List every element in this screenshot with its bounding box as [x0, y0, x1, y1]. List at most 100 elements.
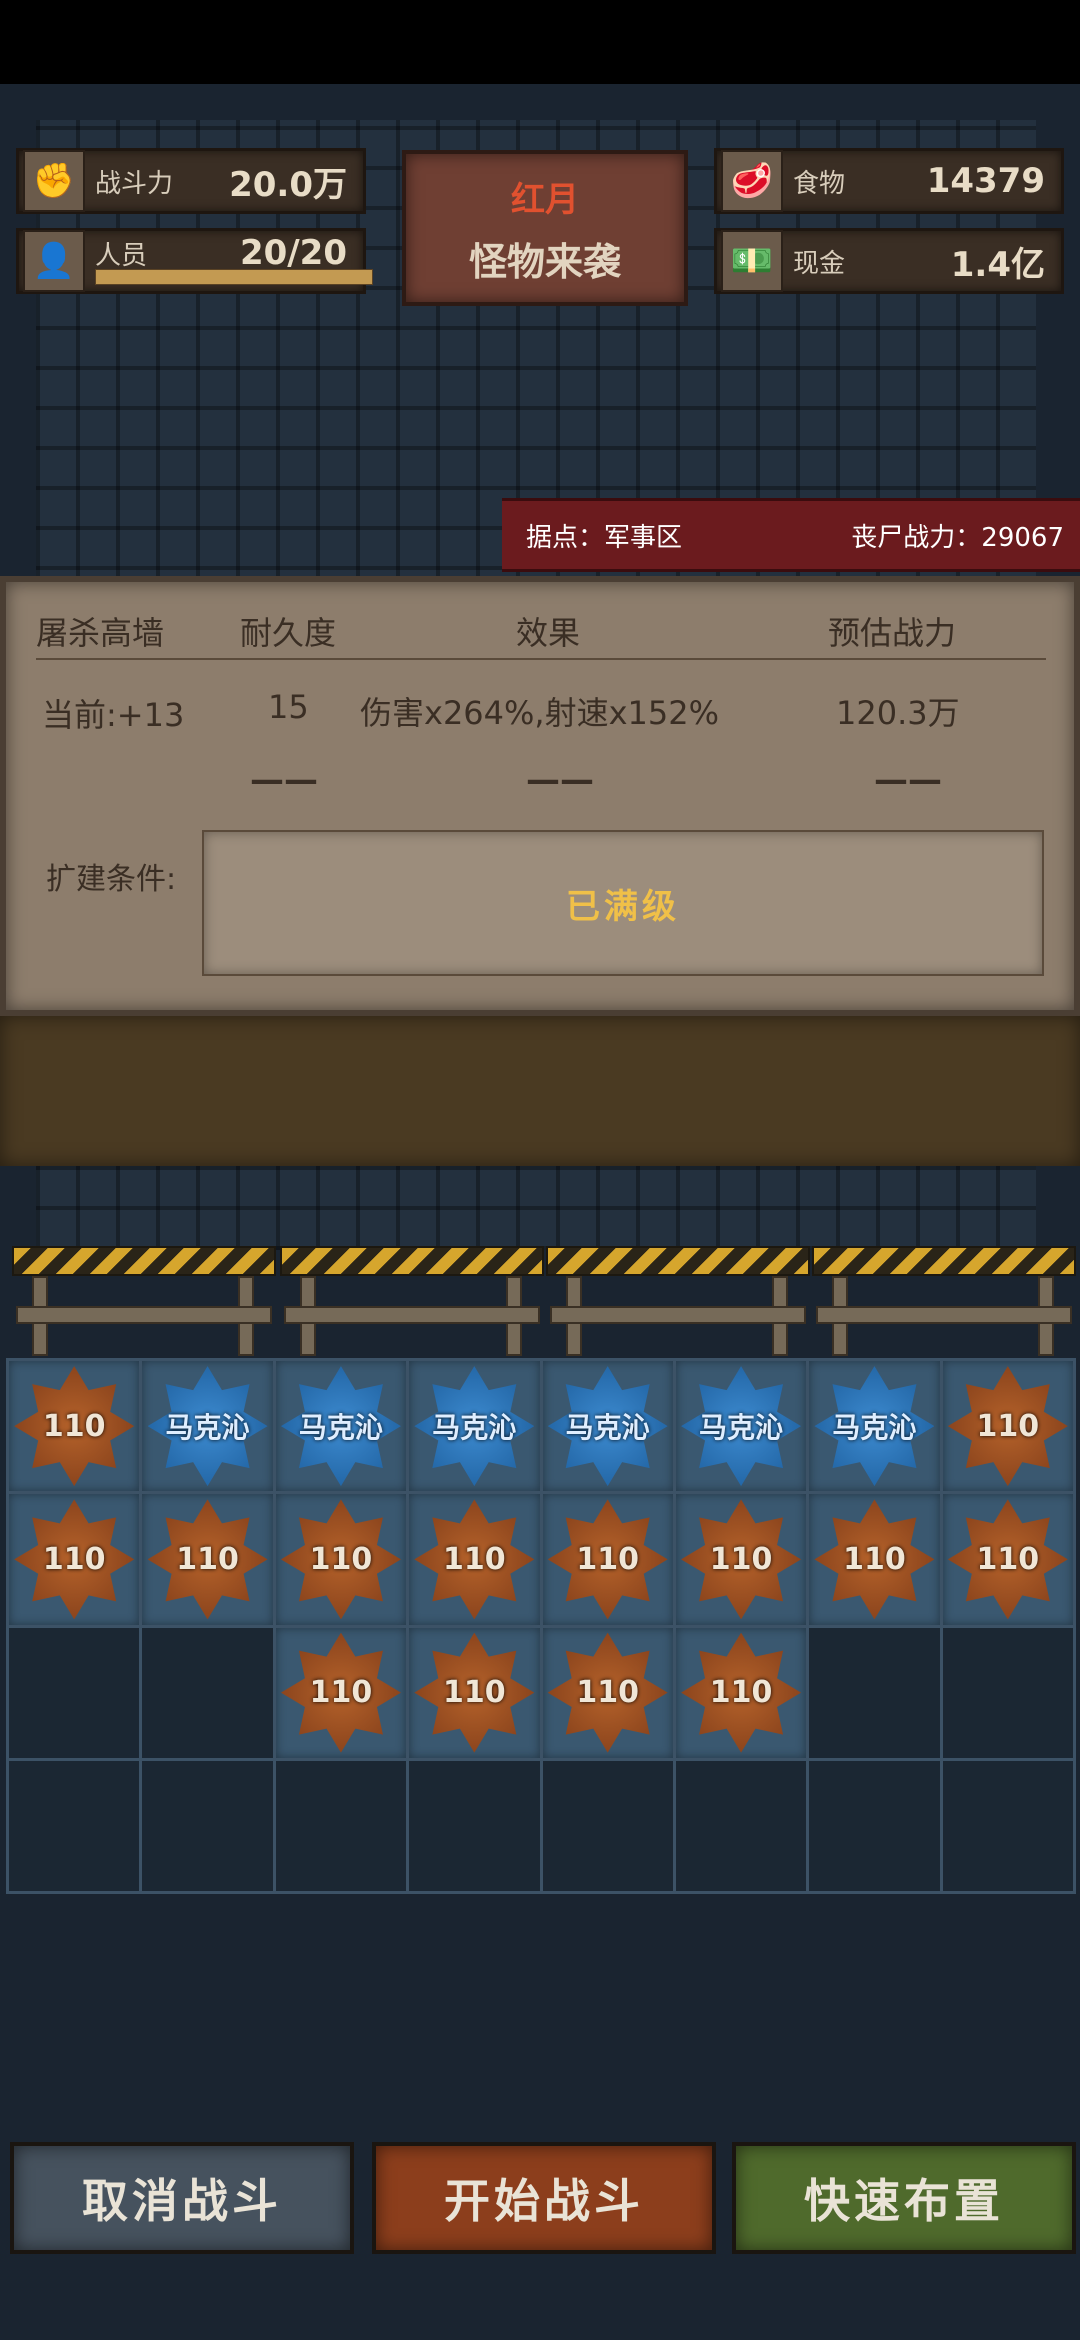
unit-badge[interactable]: 110 [681, 1499, 802, 1620]
grid-slot[interactable] [809, 1627, 940, 1758]
unit-badge[interactable]: 110 [947, 1499, 1068, 1620]
header-estimated-power: 预估战力 [828, 614, 957, 652]
maxim-gun-unit[interactable]: 马克沁 [414, 1366, 535, 1487]
grid-slot[interactable]: 110 [942, 1494, 1073, 1625]
unit-label: 马克沁 [832, 1411, 917, 1445]
deployment-grid: 110 马克沁 马克沁 马克沁 马克沁 马克沁 马克沁 110 110 110 110 110 110 1… [6, 1358, 1076, 1894]
wall-info-panel: 屠杀高墙 耐久度 效果 预估战力 当前:+13 15 伤害x264%,射速x15… [0, 576, 1080, 1016]
unit-label: 马克沁 [432, 1411, 517, 1445]
unit-badge[interactable]: 110 [547, 1499, 668, 1620]
unit-badge[interactable]: 110 [280, 1632, 401, 1753]
grid-slot[interactable]: 110 [809, 1494, 940, 1625]
grid-slot[interactable]: 马克沁 [542, 1361, 673, 1492]
next-estimated-power: —— [874, 760, 942, 800]
unit-label: 马克沁 [298, 1411, 383, 1445]
unit-badge[interactable]: 110 [414, 1499, 535, 1620]
header-effect: 效果 [516, 614, 581, 652]
current-estimated-power: 120.3万 [836, 694, 960, 732]
grid-slot[interactable]: 110 [675, 1494, 807, 1625]
grid-slot[interactable]: 马克沁 [409, 1361, 540, 1492]
grid-slot[interactable]: 110 [942, 1361, 1073, 1492]
cash-icon: 💵 [721, 230, 783, 292]
grid-slot[interactable]: 110 [9, 1361, 140, 1492]
grid-slot[interactable]: 110 [542, 1627, 673, 1758]
grid-slot[interactable] [275, 1760, 407, 1891]
grid-slot[interactable] [809, 1760, 940, 1891]
upgrade-status-box: 已满级 [202, 830, 1044, 976]
food-value: 14379 [926, 161, 1045, 201]
maxim-gun-unit[interactable]: 马克沁 [814, 1366, 935, 1487]
quick-deploy-button[interactable]: 快速布置 [732, 2142, 1076, 2254]
grid-slot[interactable]: 110 [542, 1494, 673, 1625]
barricade-2 [280, 1246, 544, 1356]
grid-slot[interactable]: 马克沁 [275, 1361, 407, 1492]
grid-slot[interactable]: 马克沁 [809, 1361, 940, 1492]
grid-slot[interactable]: 110 [409, 1627, 540, 1758]
event-card[interactable]: 红月 怪物来袭 [402, 150, 688, 306]
unit-label: 110 [42, 1408, 106, 1444]
unit-label: 110 [843, 1541, 906, 1577]
grid-slot[interactable]: 马克沁 [142, 1361, 273, 1492]
unit-badge[interactable]: 110 [414, 1632, 535, 1753]
barricade-4 [812, 1246, 1076, 1356]
unit-badge[interactable]: 110 [814, 1499, 935, 1620]
barricade-1 [12, 1246, 276, 1356]
cash-label: 现金 [793, 248, 846, 279]
grid-slot[interactable]: 110 [409, 1494, 540, 1625]
personnel-bar [95, 269, 373, 285]
unit-badge[interactable]: 110 [147, 1499, 268, 1620]
unit-label: 110 [709, 1675, 773, 1711]
event-subtitle: 怪物来袭 [468, 240, 621, 284]
barricade-3 [546, 1246, 810, 1356]
unit-badge[interactable]: 110 [14, 1366, 135, 1487]
region-bar: 据点：军事区 丧尸战力：29067 [502, 498, 1080, 572]
grid-slot[interactable] [409, 1760, 540, 1891]
grid-slot[interactable] [542, 1760, 673, 1891]
grid-slot[interactable] [9, 1627, 140, 1758]
combat-power-panel: ✊ 战斗力 20.0万 [16, 148, 366, 214]
location-label: 据点：军事区 [526, 522, 683, 553]
unit-badge[interactable]: 110 [14, 1499, 135, 1620]
food-label: 食物 [793, 168, 846, 199]
maxim-gun-unit[interactable]: 马克沁 [280, 1366, 401, 1487]
unit-label: 110 [309, 1675, 373, 1711]
unit-badge[interactable]: 110 [547, 1632, 668, 1753]
unit-label: 110 [176, 1541, 239, 1577]
unit-label: 110 [576, 1675, 639, 1711]
grid-slot[interactable] [142, 1627, 273, 1758]
person-icon: 👤 [23, 230, 85, 292]
unit-badge[interactable]: 110 [280, 1499, 401, 1620]
grid-slot[interactable]: 110 [275, 1627, 407, 1758]
unit-label: 110 [443, 1675, 506, 1711]
header-wall-name: 屠杀高墙 [36, 614, 165, 652]
grid-slot[interactable] [942, 1627, 1073, 1758]
unit-label: 110 [976, 1541, 1040, 1577]
upgrade-condition-label: 扩建条件: [46, 862, 177, 897]
grid-slot[interactable]: 110 [275, 1494, 407, 1625]
unit-label: 马克沁 [699, 1411, 784, 1445]
grid-slot[interactable]: 马克沁 [675, 1361, 807, 1492]
unit-label: 110 [443, 1541, 506, 1577]
grid-slot[interactable] [9, 1760, 140, 1891]
unit-label: 110 [309, 1541, 373, 1577]
unit-label: 110 [976, 1408, 1040, 1444]
maxim-gun-unit[interactable]: 马克沁 [147, 1366, 268, 1487]
cancel-battle-button[interactable]: 取消战斗 [10, 2142, 354, 2254]
grid-slot[interactable]: 110 [675, 1627, 807, 1758]
unit-badge[interactable]: 110 [681, 1632, 802, 1753]
grid-slot[interactable]: 110 [142, 1494, 273, 1625]
grid-slot[interactable]: 110 [9, 1494, 140, 1625]
grid-slot[interactable] [942, 1760, 1073, 1891]
next-effect: —— [526, 760, 594, 800]
maxim-gun-unit[interactable]: 马克沁 [547, 1366, 668, 1487]
grid-slot[interactable] [675, 1760, 807, 1891]
unit-badge[interactable]: 110 [947, 1366, 1068, 1487]
unit-label: 马克沁 [165, 1411, 250, 1445]
start-battle-button[interactable]: 开始战斗 [372, 2142, 716, 2254]
header-durability: 耐久度 [240, 614, 337, 652]
combat-power-label: 战斗力 [95, 168, 174, 199]
combat-power-value: 20.0万 [229, 164, 347, 205]
maxim-gun-unit[interactable]: 马克沁 [681, 1366, 802, 1487]
personnel-value: 20/20 [239, 233, 347, 273]
grid-slot[interactable] [142, 1760, 273, 1891]
